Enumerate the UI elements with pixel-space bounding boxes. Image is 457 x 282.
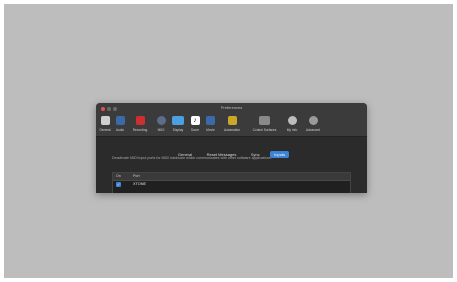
inputs-description: Deactivate MIDI input ports for MIDI har… [112,156,272,160]
port-name: XTONE [133,182,147,186]
control-surfaces-icon [259,116,270,125]
tab-bar: General Reset Messages Sync Inputs [96,143,367,158]
score-icon: ♪ [190,116,200,125]
desktop-background: Preferences General Audio Recording MIDI [4,4,453,278]
automation-icon [227,116,237,125]
general-icon [100,116,110,125]
toolbar-item-general[interactable]: General [98,116,112,135]
gear-icon [308,116,318,125]
title-bar: Preferences [96,103,367,114]
toolbar-item-advanced[interactable]: Advanced [302,116,324,135]
user-icon [287,116,297,125]
column-header-port[interactable]: Port [133,174,140,178]
preferences-window: Preferences General Audio Recording MIDI [96,103,367,193]
window-title: Preferences [220,105,243,110]
midi-preferences-pane: General Reset Messages Sync Inputs Deact… [96,137,367,193]
table-header: On Port [113,173,350,181]
toolbar-item-recording[interactable]: Recording [129,116,151,135]
record-icon [135,116,145,125]
display-icon [172,116,184,125]
column-header-on[interactable]: On [116,174,121,178]
toolbar-item-control-surfaces[interactable]: Control Surfaces [247,116,282,135]
toolbar-item-automation[interactable]: Automation [220,116,244,135]
toolbar-item-audio[interactable]: Audio [114,116,126,135]
preferences-toolbar: General Audio Recording MIDI Display ♪ S… [96,114,367,137]
toolbar-item-midi[interactable]: MIDI [155,116,167,135]
port-enabled-checkbox[interactable]: ✓ [116,182,121,187]
table-row[interactable]: ✓ XTONE [113,181,350,188]
toolbar-item-display[interactable]: Display [170,116,186,135]
toolbar-item-movie[interactable]: Movie [204,116,217,135]
audio-icon [115,116,125,125]
midi-input-ports-table: On Port ✓ XTONE [112,172,351,193]
movie-icon [206,116,215,125]
toolbar-item-score[interactable]: ♪ Score [189,116,201,135]
toolbar-item-my-info[interactable]: My Info [284,116,300,135]
midi-icon [156,116,166,125]
